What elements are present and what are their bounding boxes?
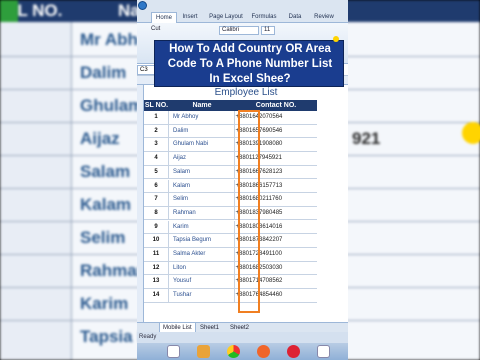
table-row[interactable]: 9 Karim +880 1808614016 xyxy=(144,220,317,235)
cell-name[interactable]: Selim xyxy=(169,193,235,207)
word-icon[interactable] xyxy=(317,345,330,358)
cell-name[interactable]: Kalam xyxy=(169,179,235,193)
font-name-select[interactable]: Calibri xyxy=(219,26,259,35)
bg-name: Selim xyxy=(80,228,126,247)
taskbar xyxy=(137,343,348,360)
table-row[interactable]: 6 Kalam +880 1866157713 xyxy=(144,179,317,194)
video-caption: How To Add Country OR Area Code To A Pho… xyxy=(154,40,344,87)
bg-name: Dalim xyxy=(80,63,127,82)
table-row[interactable]: 10 Tapsia Begum +880 1873842207 xyxy=(144,234,317,248)
cell-sl-no[interactable]: 9 xyxy=(144,220,169,234)
bg-name: Salam xyxy=(80,162,131,181)
bg-sl-column xyxy=(0,22,72,360)
record-icon[interactable] xyxy=(287,345,300,358)
cell-sl-no[interactable]: 7 xyxy=(144,193,169,207)
cursor-highlight xyxy=(333,36,339,42)
sheet-title: Employee List xyxy=(214,87,278,98)
cell-sl-no[interactable]: 10 xyxy=(144,234,169,248)
table-header: SL NO. Name Contact NO. xyxy=(144,100,317,111)
table-row[interactable]: 1 Mr Abhoy +880 1642070564 xyxy=(144,111,317,125)
cell-name[interactable]: Salam xyxy=(169,165,235,179)
cell-name[interactable]: Aijaz xyxy=(169,152,235,166)
cell-sl-no[interactable]: 1 xyxy=(144,111,169,124)
sheet-tab-bar: Mobile List Sheet1 Sheet2 xyxy=(137,322,348,333)
table-row[interactable]: 5 Salam +880 1667628123 xyxy=(144,165,317,180)
header-name: Name xyxy=(192,102,212,109)
cell-sl-no[interactable]: 4 xyxy=(144,152,169,166)
ribbon-tabs: Home Insert Page Layout Formulas Data Re… xyxy=(137,11,348,23)
office-button-icon[interactable] xyxy=(138,1,147,10)
cell-name[interactable]: Tushar xyxy=(169,289,235,303)
bg-cursor-highlight xyxy=(462,122,480,144)
title-bar xyxy=(137,0,348,11)
table-row[interactable]: 13 Yousuf +880 1714708562 xyxy=(144,275,317,289)
cell-name[interactable]: Ghulam Nabi xyxy=(169,138,235,152)
tab-home[interactable]: Home xyxy=(151,12,177,23)
tab-review[interactable]: Review xyxy=(311,12,337,23)
header-sl-no: SL NO. xyxy=(144,102,169,109)
cell-name[interactable]: Yousuf xyxy=(169,275,235,289)
bg-name: Kalam xyxy=(80,195,132,214)
tab-page-layout[interactable]: Page Layout xyxy=(207,12,245,23)
cell-name[interactable]: Rahman xyxy=(169,206,235,220)
table-row[interactable]: 4 Aijaz +880 1127945921 xyxy=(144,152,317,166)
cell-name[interactable]: Karim xyxy=(169,220,235,234)
table-row[interactable]: 7 Selim +880 1680211760 xyxy=(144,193,317,207)
table-row[interactable]: 12 Liton +880 1682503030 xyxy=(144,261,317,276)
bg-name: Karim xyxy=(80,294,129,313)
chrome-icon[interactable] xyxy=(227,345,240,358)
cell-name[interactable]: Liton xyxy=(169,261,235,275)
cell-sl-no[interactable]: 11 xyxy=(144,248,169,261)
cell-sl-no[interactable]: 8 xyxy=(144,206,169,220)
cell-sl-no[interactable]: 3 xyxy=(144,138,169,152)
cell-sl-no[interactable]: 6 xyxy=(144,179,169,193)
tab-data[interactable]: Data xyxy=(285,12,305,23)
cell-sl-no[interactable]: 12 xyxy=(144,261,169,275)
cut-button[interactable]: Cut xyxy=(151,26,160,32)
media-player-icon[interactable] xyxy=(257,345,270,358)
table-row[interactable]: 2 Dalim +880 1657690546 xyxy=(144,124,317,139)
caption-text: How To Add Country OR Area Code To A Pho… xyxy=(155,42,345,87)
cell-sl-no[interactable]: 5 xyxy=(144,165,169,179)
status-bar: Ready xyxy=(137,332,348,343)
bg-value: 921 xyxy=(352,129,381,148)
cell-name[interactable]: Dalim xyxy=(169,124,235,138)
caption-line-1: How To Add Country OR Area xyxy=(169,43,331,55)
bg-name: Aijaz xyxy=(80,129,120,148)
tab-formulas[interactable]: Formulas xyxy=(249,12,279,23)
table-row[interactable]: 14 Tushar +880 1764854460 xyxy=(144,289,317,303)
bg-excel-logo xyxy=(0,0,18,22)
font-size-select[interactable]: 11 xyxy=(261,26,275,35)
table-row[interactable]: 3 Ghulam Nabi +880 1391908080 xyxy=(144,138,317,152)
cell-sl-no[interactable]: 2 xyxy=(144,124,169,138)
table-row[interactable]: 11 Salma Akter +880 1728491100 xyxy=(144,248,317,262)
folder-icon[interactable] xyxy=(197,345,210,358)
cell-name[interactable]: Salma Akter xyxy=(169,248,235,261)
cell-name[interactable]: Mr Abhoy xyxy=(169,111,235,124)
tab-insert[interactable]: Insert xyxy=(179,12,201,23)
cell-sl-no[interactable]: 14 xyxy=(144,289,169,303)
bg-name: Ghulam xyxy=(80,96,144,115)
cell-name[interactable]: Tapsia Begum xyxy=(169,234,235,248)
caption-line-2: Code To A Phone Number List xyxy=(167,58,333,70)
country-code-highlight xyxy=(238,110,260,313)
row-headers xyxy=(137,85,144,325)
explorer-icon[interactable] xyxy=(167,345,180,358)
cell-sl-no[interactable]: 13 xyxy=(144,275,169,289)
table-row[interactable]: 8 Rahman +880 1837980485 xyxy=(144,206,317,221)
caption-line-3: In Excel Shee? xyxy=(209,73,291,85)
